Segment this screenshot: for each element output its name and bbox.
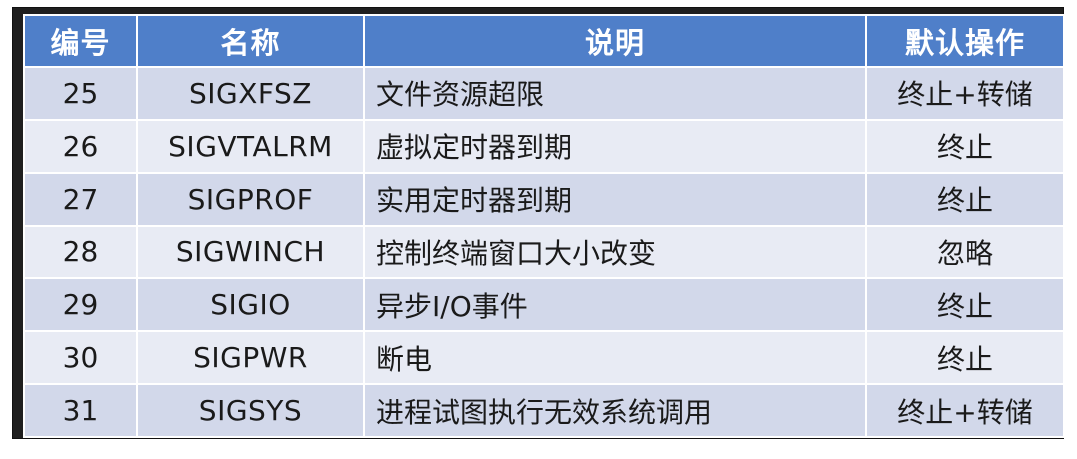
signal-name: SIGPROF — [136, 171, 365, 227]
table-row: 29 SIGIO 异步I/O事件 终止 — [23, 277, 1065, 333]
table-row: 25 SIGXFSZ 文件资源超限 终止+转储 — [23, 66, 1065, 121]
table-row: 28 SIGWINCH 控制终端窗口大小改变 忽略 — [23, 224, 1065, 280]
signal-default-action: 终止 — [865, 118, 1065, 174]
signal-description: 控制终端窗口大小改变 — [363, 224, 867, 280]
table-body: 25 SIGXFSZ 文件资源超限 终止+转储 26 SIGVTALRM 虚拟定… — [23, 66, 1065, 438]
signal-description: 进程试图执行无效系统调用 — [363, 383, 867, 438]
signal-default-action: 忽略 — [865, 224, 1065, 280]
signal-description: 文件资源超限 — [363, 66, 867, 121]
header-default-action: 默认操作 — [865, 14, 1065, 68]
signal-number: 27 — [23, 171, 138, 227]
signal-description: 实用定时器到期 — [363, 171, 867, 227]
signal-number: 28 — [23, 224, 138, 280]
table-row: 31 SIGSYS 进程试图执行无效系统调用 终止+转储 — [23, 383, 1065, 438]
header-number: 编号 — [23, 14, 138, 68]
signal-number: 31 — [23, 383, 138, 438]
signal-default-action: 终止+转储 — [865, 66, 1065, 121]
table-row: 30 SIGPWR 断电 终止 — [23, 330, 1065, 386]
signal-name: SIGPWR — [136, 330, 365, 386]
signal-number: 25 — [23, 66, 138, 121]
signal-number: 26 — [23, 118, 138, 174]
signal-default-action: 终止+转储 — [865, 383, 1065, 438]
signal-description: 异步I/O事件 — [363, 277, 867, 333]
header-row: 编号 名称 说明 默认操作 — [23, 14, 1065, 68]
signal-description: 断电 — [363, 330, 867, 386]
signal-name: SIGWINCH — [136, 224, 365, 280]
signal-table: 编号 名称 说明 默认操作 25 SIGXFSZ 文件资源超限 终止+转储 26… — [23, 14, 1065, 438]
table-row: 26 SIGVTALRM 虚拟定时器到期 终止 — [23, 118, 1065, 174]
header-name: 名称 — [136, 14, 365, 68]
signal-name: SIGXFSZ — [136, 66, 365, 121]
header-description: 说明 — [363, 14, 867, 68]
signal-default-action: 终止 — [865, 330, 1065, 386]
signal-default-action: 终止 — [865, 171, 1065, 227]
signal-name: SIGVTALRM — [136, 118, 365, 174]
signal-number: 30 — [23, 330, 138, 386]
signal-description: 虚拟定时器到期 — [363, 118, 867, 174]
signal-name: SIGIO — [136, 277, 365, 333]
signal-default-action: 终止 — [865, 277, 1065, 333]
signal-name: SIGSYS — [136, 383, 365, 438]
table-row: 27 SIGPROF 实用定时器到期 终止 — [23, 171, 1065, 227]
signal-number: 29 — [23, 277, 138, 333]
table-header: 编号 名称 说明 默认操作 — [23, 14, 1065, 68]
